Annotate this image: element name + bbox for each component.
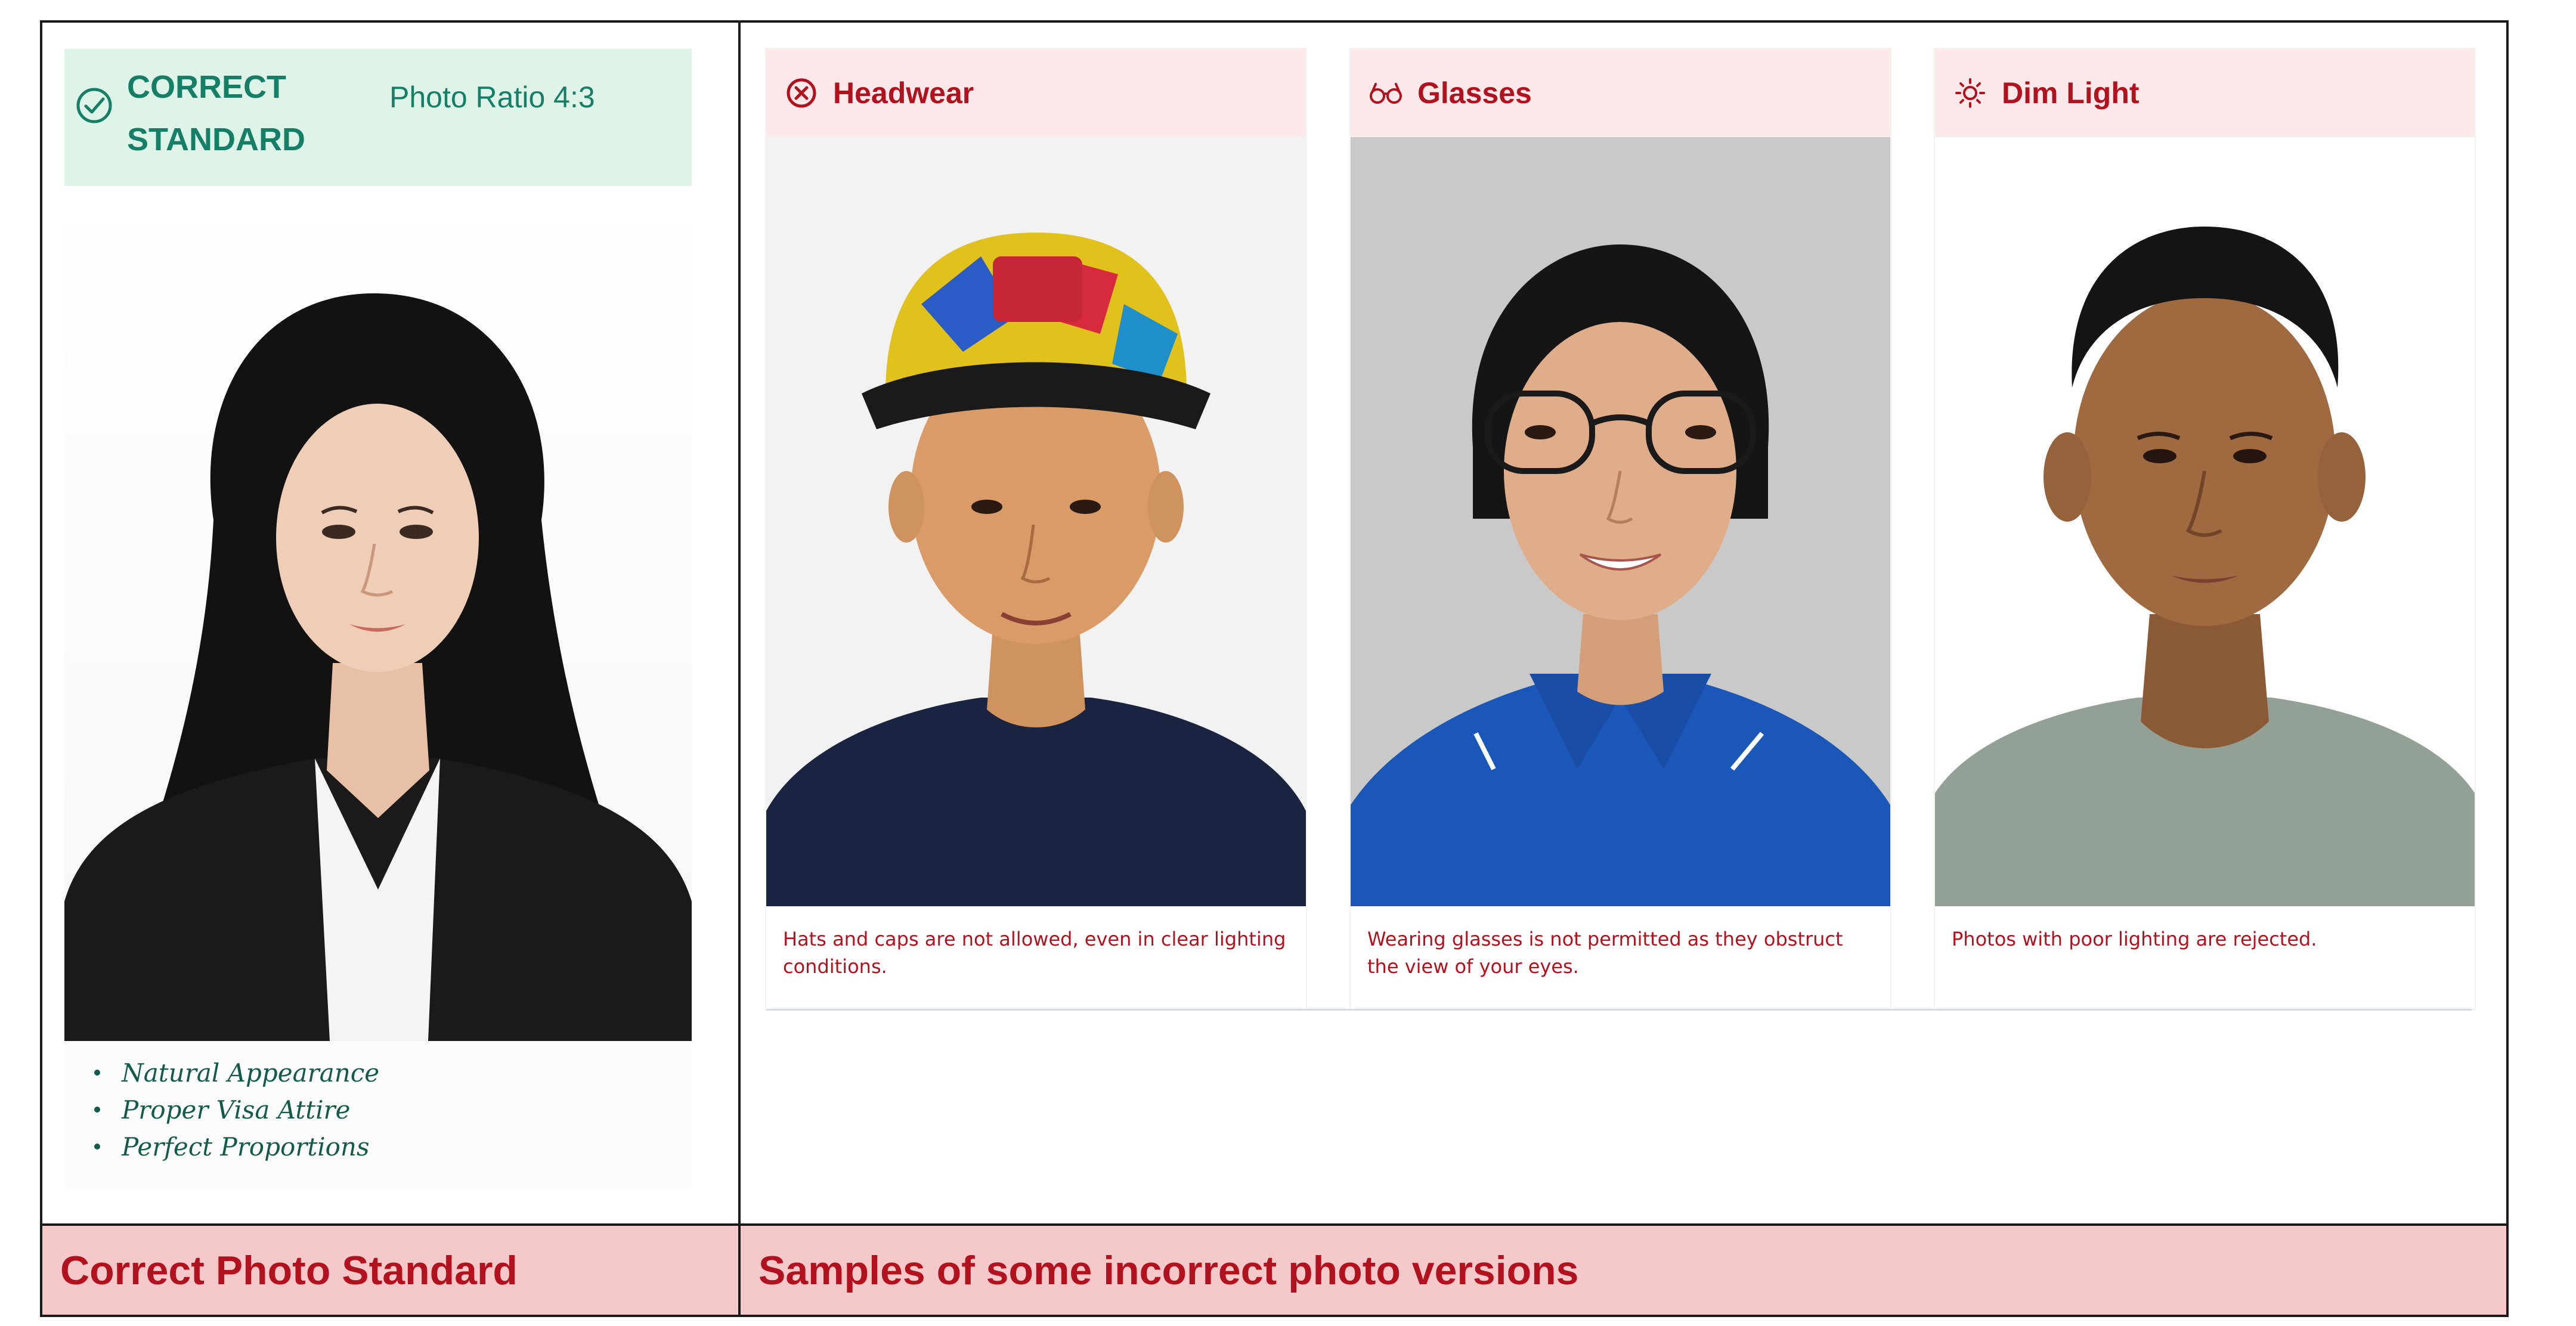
sample-card-header: Headwear [766,49,1306,137]
sample-card-description: Hats and caps are not allowed, even in c… [783,928,1286,978]
sample-card-header: Glasses [1351,49,1890,137]
correct-features-list: Natural Appearance Proper Visa Attire Pe… [64,1041,692,1190]
glasses-icon [1370,83,1402,104]
correct-standard-title: CORRECT STANDARD [127,69,305,157]
sample-card-title: Glasses [1417,76,1532,110]
photo-ratio-label: Photo Ratio 4:3 [389,80,595,114]
bullet-icon [94,1070,100,1076]
sample-card-title: Dim Light [2002,76,2140,110]
feature-label: Natural Appearance [122,1058,380,1088]
sample-card-header: Dim Light [1935,49,2475,137]
sample-card-dim-light: Dim Light Photos with poor lighting are … [1935,49,2475,1009]
sample-card-headwear: Headwear Hats and caps are not allowed, … [766,49,1306,1009]
sample-card-title: Headwear [833,76,974,110]
sample-card-description: Wearing glasses is not permitted as they… [1367,928,1843,978]
feature-label: Proper Visa Attire [122,1095,351,1124]
correct-footer-cell: Correct Photo Standard [42,1226,738,1315]
sun-dim-icon [1955,78,1985,108]
feature-item: Perfect Proportions [64,1128,692,1165]
sample-card-description: Photos with poor lighting are rejected. [1952,928,2317,950]
dim-light-sample-photo [1935,137,2475,906]
x-circle-icon [787,78,816,108]
correct-footer-label: Correct Photo Standard [60,1247,518,1293]
feature-item: Natural Appearance [64,1054,692,1091]
correct-standard-header: CORRECT STANDARD Photo Ratio 4:3 [64,49,692,186]
feature-label: Perfect Proportions [122,1132,370,1161]
column-divider [738,20,741,1317]
correct-sample-photo [64,186,692,1041]
check-circle-icon [76,88,112,123]
samples-footer-label: Samples of some incorrect photo versions [758,1247,1579,1293]
sample-card-glasses: Glasses Wearing glasses is not permitted… [1351,49,1890,1009]
headwear-sample-photo [766,137,1306,906]
samples-footer-cell: Samples of some incorrect photo versions [741,1226,2506,1315]
bullet-icon [94,1144,100,1150]
bullet-icon [94,1107,100,1113]
feature-item: Proper Visa Attire [64,1091,692,1128]
samples-bottom-rule [766,1009,2472,1011]
glasses-sample-photo [1351,137,1890,906]
